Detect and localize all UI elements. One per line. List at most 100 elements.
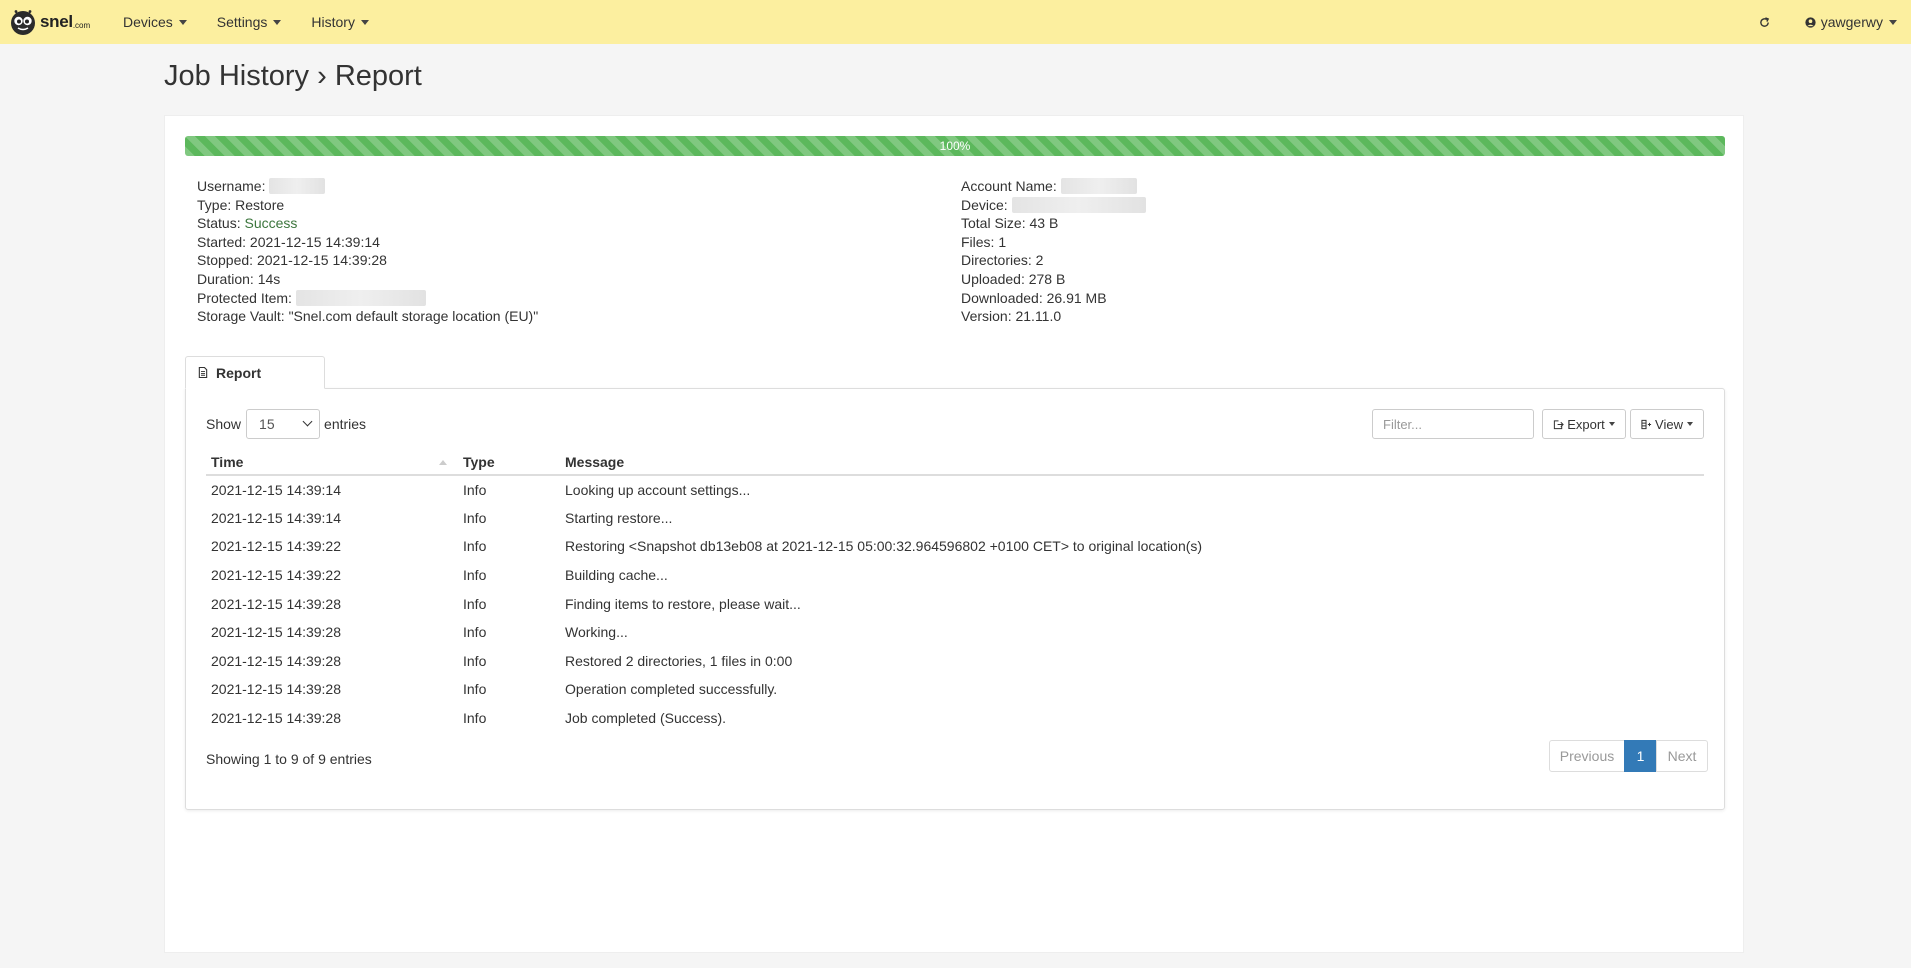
page-size-value: 15 [259, 416, 275, 432]
job-details-right: Account Name: Device: Total Size: 43 B F… [961, 177, 1146, 326]
caret-down-icon [273, 19, 282, 25]
cell-type: Info [463, 538, 487, 555]
detail-stopped: Stopped: 2021-12-15 14:39:28 [197, 252, 387, 269]
table-row: 2021-12-15 14:39:22 Info Restoring <Snapsh… [206, 532, 1704, 561]
caret-down-icon [1608, 422, 1615, 426]
account-name-key: Account Name: [961, 178, 1057, 194]
chevron-down-icon [302, 416, 313, 427]
table-row: 2021-12-15 14:39:28 Info Job completed (Su… [206, 704, 1704, 733]
filter-input[interactable] [1372, 409, 1534, 439]
cell-time: 2021-12-15 14:39:28 [211, 681, 341, 698]
export-icon [1554, 419, 1564, 429]
show-label: Show [206, 416, 242, 432]
status-key: Status: [197, 215, 241, 232]
cell-time: 2021-12-15 14:39:28 [211, 624, 341, 641]
pagination-page-1[interactable]: 1 [1624, 740, 1657, 772]
cell-time: 2021-12-15 14:39:28 [211, 595, 341, 612]
pagination: Previous 1 Next [1549, 740, 1708, 772]
cell-type: Info [463, 624, 487, 641]
page-size-control: Show 15 entries [206, 409, 366, 439]
cell-type: Info [463, 509, 487, 526]
nav-right: yawgerwy [1759, 14, 1897, 30]
redacted-device [1011, 196, 1146, 213]
nav-devices[interactable]: Devices [123, 14, 187, 30]
job-details-left: Username: Type: Restore Status: Success … [197, 177, 538, 326]
caret-down-icon [360, 19, 369, 25]
cell-type: Info [463, 595, 487, 612]
cell-type: Info [463, 481, 487, 498]
column-header-message-label: Message [565, 453, 625, 470]
table-row: 2021-12-15 14:39:14 Info Looking up accoun… [206, 475, 1704, 504]
detail-username: Username: [197, 177, 538, 196]
cell-message: Working... [565, 624, 628, 641]
user-menu[interactable]: yawgerwy [1805, 14, 1897, 30]
cell-time: 2021-12-15 14:39:28 [211, 710, 341, 727]
view-button[interactable]: View [1630, 409, 1704, 439]
export-button[interactable]: Export [1542, 409, 1626, 439]
report-tab-content: Show 15 entries Export View [185, 388, 1725, 810]
cell-time: 2021-12-15 14:39:22 [211, 538, 341, 555]
table-info: Showing 1 to 9 of 9 entries [206, 751, 372, 767]
table-row: 2021-12-15 14:39:14 Info Starting restore.… [206, 504, 1704, 533]
nav-history[interactable]: History [311, 14, 369, 30]
cell-type: Info [463, 652, 487, 669]
nav-settings-label: Settings [216, 14, 268, 30]
detail-directories: Directories: 2 [961, 252, 1044, 269]
detail-downloaded: Downloaded: 26.91 MB [961, 289, 1107, 306]
report-panel: 100% Username: Type: Restore Status: Suc… [164, 115, 1744, 953]
table-row: 2021-12-15 14:39:28 Info Working... [206, 618, 1704, 647]
nav-settings[interactable]: Settings [217, 14, 282, 30]
entries-label: entries [324, 416, 367, 432]
redacted-account-name [1060, 178, 1137, 195]
cell-type: Info [463, 567, 487, 584]
tab-report-label: Report [216, 364, 262, 381]
cell-type: Info [463, 681, 487, 698]
status-value: Success [244, 215, 298, 232]
detail-storage-vault: Storage Vault: "Snel.com default storage… [197, 308, 539, 325]
page-size-select[interactable]: 15 [246, 409, 321, 439]
cell-time: 2021-12-15 14:39:14 [211, 509, 341, 526]
tab-report[interactable]: Report [185, 356, 325, 389]
detail-duration: Duration: 14s [197, 270, 281, 287]
cell-message: Restored 2 directories, 1 files in 0:00 [565, 652, 793, 669]
cell-message: Building cache... [565, 567, 668, 584]
protected-item-key: Protected Item: [197, 289, 292, 306]
cell-time: 2021-12-15 14:39:22 [211, 567, 341, 584]
pagination-next[interactable]: Next [1656, 740, 1708, 772]
detail-status: Status: Success [197, 214, 538, 233]
cell-message: Looking up account settings... [565, 481, 751, 498]
detail-protected-item: Protected Item: [197, 289, 538, 308]
pagination-previous[interactable]: Previous [1549, 740, 1625, 772]
detail-account-name: Account Name: [961, 177, 1146, 196]
progress-label: 100% [939, 139, 971, 153]
brand-logo[interactable]: snel .com [8, 0, 116, 44]
caret-down-icon [178, 19, 187, 25]
detail-files: Files: 1 [961, 233, 1007, 250]
detail-uploaded: Uploaded: 278 B [961, 270, 1066, 287]
sort-ascending-icon [439, 459, 447, 465]
cell-message: Operation completed successfully. [565, 681, 778, 698]
username-key: Username: [197, 178, 266, 194]
column-header-message[interactable]: Message [560, 449, 1704, 476]
cell-message: Restoring <Snapshot db13eb08 at 2021-12-… [565, 538, 1203, 555]
device-key: Device: [961, 196, 1008, 213]
detail-total-size: Total Size: 43 B [961, 215, 1059, 232]
column-header-time[interactable]: Time [206, 449, 458, 476]
table-row: 2021-12-15 14:39:28 Info Finding items to … [206, 589, 1704, 618]
column-header-time-label: Time [211, 453, 244, 470]
column-header-type[interactable]: Type [458, 449, 560, 476]
redacted-username [269, 178, 326, 195]
table-row: 2021-12-15 14:39:28 Info Restored 2 direct… [206, 647, 1704, 676]
username-label: yawgerwy [1820, 14, 1883, 30]
cell-type: Info [463, 710, 487, 727]
table-header-row: Time Type Message [206, 449, 1704, 476]
column-header-type-label: Type [463, 453, 495, 470]
detail-type: Type: Restore [197, 196, 285, 213]
detail-version: Version: 21.11.0 [961, 308, 1062, 325]
top-navbar: snel .com Devices Settings History yawge… [0, 0, 1911, 44]
brand-suffix: .com [72, 20, 91, 30]
nav-devices-label: Devices [123, 14, 173, 30]
cell-time: 2021-12-15 14:39:14 [211, 481, 341, 498]
nav-history-label: History [311, 14, 355, 30]
refresh-icon[interactable] [1759, 16, 1771, 28]
